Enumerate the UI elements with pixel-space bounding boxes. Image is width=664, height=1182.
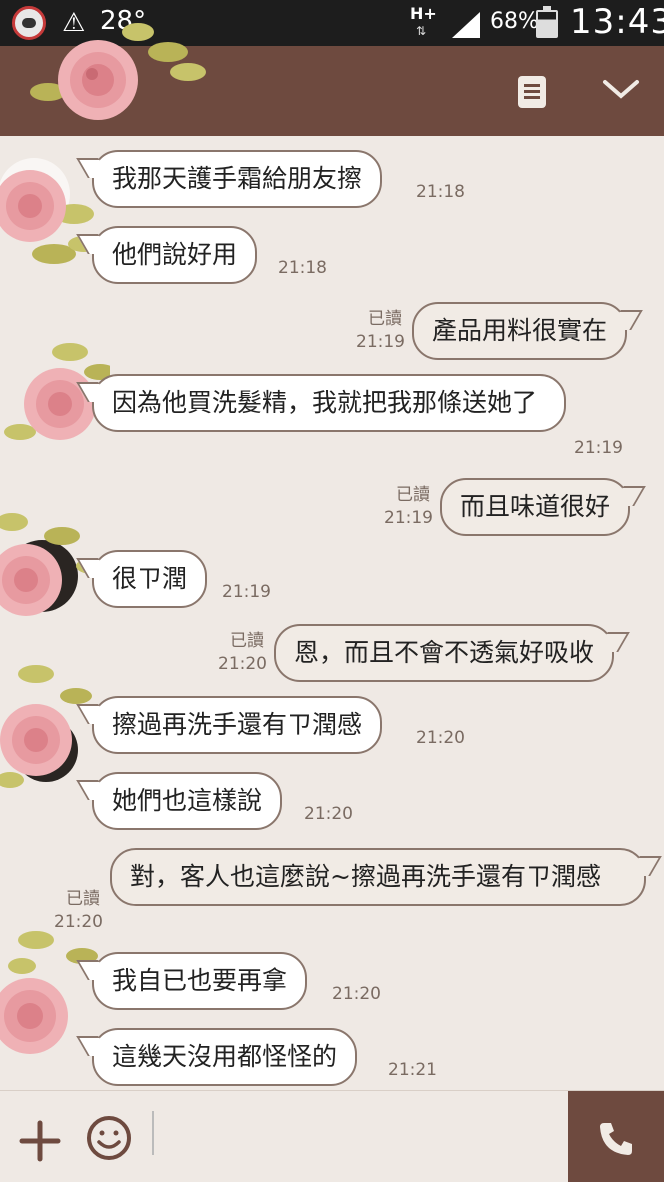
message-bubble[interactable]: 擦過再洗手還有ㄗ潤感 xyxy=(92,696,383,754)
message-bubble[interactable]: 我自已也要再拿 xyxy=(92,952,308,1010)
smiley-icon[interactable] xyxy=(86,1115,132,1161)
message-time: 21:19 xyxy=(356,332,405,352)
message-bubble[interactable]: 她們也這樣說 xyxy=(92,772,283,830)
list-icon xyxy=(524,84,540,87)
chat-area[interactable]: 我那天護手霜給朋友擦 21:18 他們說好用 21:18 已讀 21:19 產品… xyxy=(0,136,664,1090)
message-bubble[interactable]: 因為他買洗髮精，我就把我那條送她了 xyxy=(92,374,566,432)
message-bubble[interactable]: 很ㄗ潤 xyxy=(92,550,208,608)
message-bubble[interactable]: 我那天護手霜給朋友擦 xyxy=(92,150,383,208)
message-bubble[interactable]: 恩，而且不會不透氣好吸收 xyxy=(274,624,615,682)
menu-button[interactable] xyxy=(518,76,546,108)
message-time: 21:19 xyxy=(574,438,623,458)
message-bubble[interactable]: 這幾天沒用都怪怪的 xyxy=(92,1028,358,1086)
input-divider xyxy=(152,1111,154,1155)
phone-icon xyxy=(600,1123,632,1155)
message-bubble[interactable]: 而且味道很好 xyxy=(440,478,631,536)
signal-icon xyxy=(452,12,480,38)
list-icon-line xyxy=(524,96,540,99)
message-bubble[interactable]: 產品用料很實在 xyxy=(412,302,628,360)
message-input[interactable] xyxy=(162,1109,562,1163)
battery-icon xyxy=(536,6,558,38)
message-time: 21:21 xyxy=(388,1060,437,1080)
message-time: 21:20 xyxy=(218,654,267,674)
read-receipt: 已讀 xyxy=(66,889,100,909)
composer-bar xyxy=(0,1090,664,1182)
rose-decoration-icon xyxy=(30,23,206,120)
network-arrows-icon: ⇅ xyxy=(416,24,427,38)
clock-time: 13:43 xyxy=(570,2,664,42)
message-time: 21:19 xyxy=(384,508,433,528)
rose-avatar-icon[interactable] xyxy=(0,660,106,790)
chevron-down-icon[interactable] xyxy=(602,72,640,106)
message-bubble[interactable]: 對，客人也這麼說~擦過再洗手還有ㄗ潤感 xyxy=(110,848,646,906)
message-time: 21:18 xyxy=(278,258,327,278)
message-bubble[interactable]: 他們說好用 xyxy=(92,226,258,284)
message-time: 21:20 xyxy=(416,728,465,748)
message-time: 21:20 xyxy=(304,804,353,824)
battery-percent: 68% xyxy=(490,9,539,34)
plus-icon[interactable] xyxy=(18,1119,62,1163)
read-receipt: 已讀 xyxy=(230,631,264,651)
message-time: 21:19 xyxy=(222,582,271,602)
message-time: 21:20 xyxy=(332,984,381,1004)
message-time: 21:18 xyxy=(416,182,465,202)
read-receipt: 已讀 xyxy=(396,485,430,505)
chat-header xyxy=(0,23,664,136)
network-type: H+ xyxy=(410,4,437,23)
call-button[interactable] xyxy=(568,1091,664,1182)
read-receipt: 已讀 xyxy=(368,309,402,329)
list-icon-line xyxy=(524,90,540,93)
